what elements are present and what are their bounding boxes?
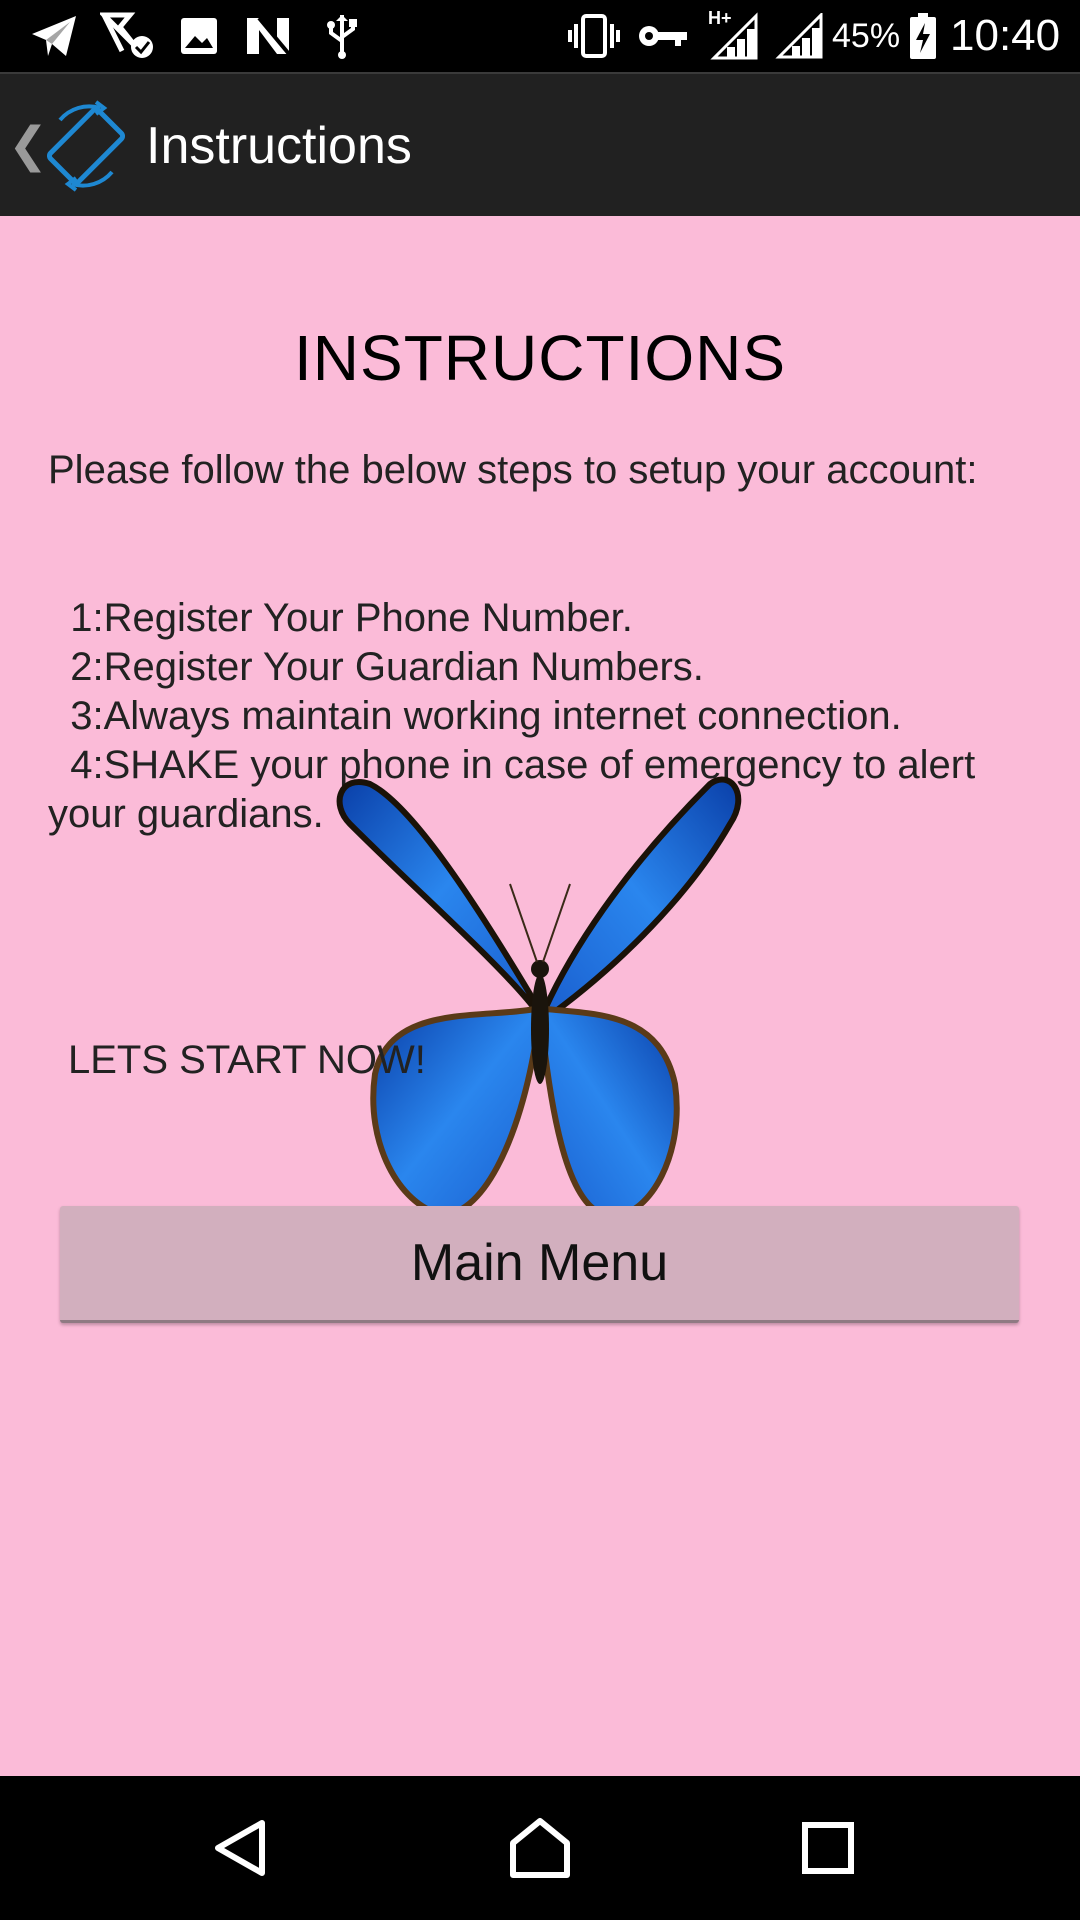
action-bar-title: Instructions	[146, 117, 412, 175]
usb-icon	[322, 12, 362, 60]
step-item: 2:Register Your Guardian Numbers.	[48, 645, 704, 689]
n-logo-icon	[244, 12, 292, 60]
instructions-content: INSTRUCTIONS Please follow the below ste…	[0, 216, 1080, 1776]
network-type-label: H+	[708, 8, 732, 28]
vibrate-icon	[566, 12, 622, 60]
main-menu-button[interactable]: Main Menu	[60, 1206, 1019, 1323]
step-item: 1:Register Your Phone Number.	[48, 596, 633, 640]
signal-check-icon	[98, 12, 158, 60]
back-triangle-icon[interactable]	[200, 1808, 280, 1888]
status-bar: H+ 45% 10:40	[0, 0, 1080, 72]
page-heading: INSTRUCTIONS	[294, 322, 786, 394]
butterfly-image	[330, 764, 750, 1234]
battery-percent: 45%	[832, 17, 901, 55]
navigation-bar	[0, 1776, 1080, 1920]
cell-signal-icon	[774, 12, 826, 60]
home-icon[interactable]	[500, 1808, 580, 1888]
lets-start-text: LETS START NOW!	[68, 1038, 426, 1082]
action-bar: ❮ Instructions	[0, 72, 1080, 216]
battery-charging-icon	[908, 12, 938, 60]
telegram-icon	[28, 12, 80, 60]
key-icon	[636, 12, 690, 60]
clock: 10:40	[950, 11, 1061, 60]
recents-square-icon[interactable]	[788, 1808, 868, 1888]
screen-rotation-icon[interactable]	[40, 100, 132, 192]
step-item: 3:Always maintain working internet conne…	[48, 694, 902, 738]
image-icon	[176, 12, 222, 60]
intro-text: Please follow the below steps to setup y…	[48, 448, 978, 492]
